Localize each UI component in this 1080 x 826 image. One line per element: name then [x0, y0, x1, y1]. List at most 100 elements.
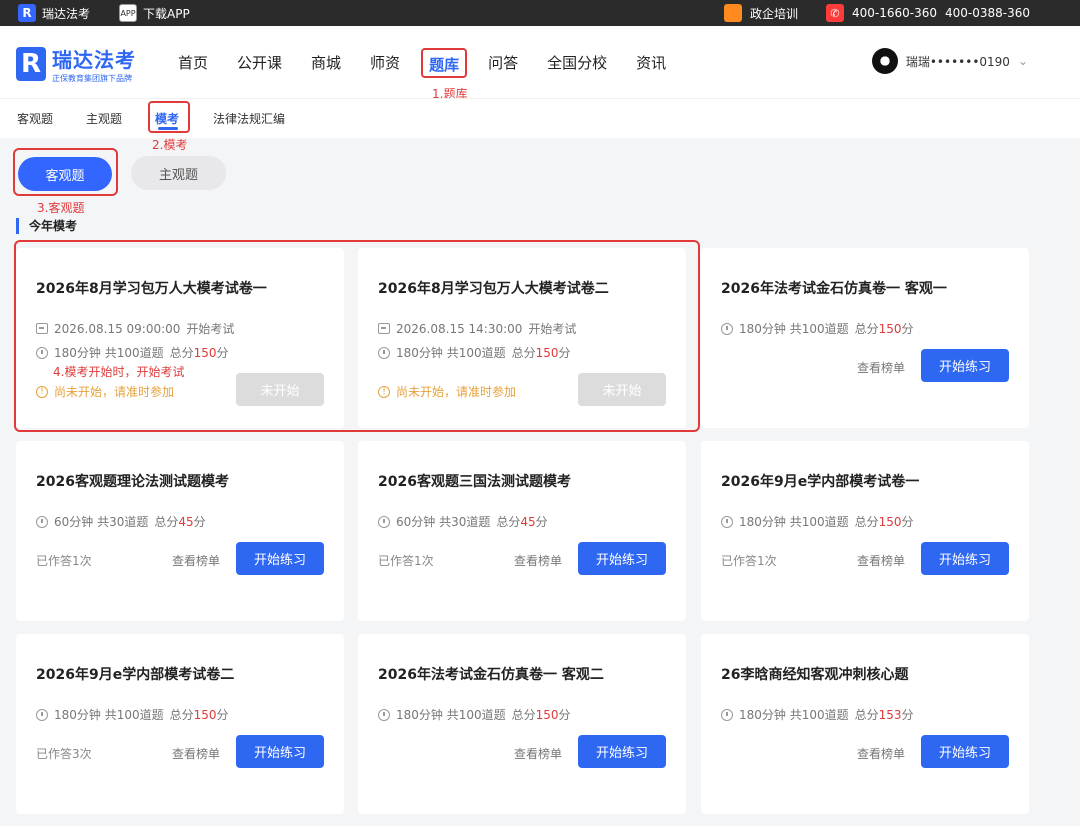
exam-meta: 180分钟 共100道题: [739, 515, 849, 529]
exam-card: 2026年9月e学内部模考试卷一 180分钟 共100道题 总分150分 已作答…: [701, 441, 1029, 621]
clock-icon: [721, 322, 733, 335]
exam-score: 150: [878, 322, 902, 336]
exam-score: 153: [878, 708, 902, 722]
exam-score: 45: [178, 515, 194, 529]
score-prefix: 总分: [154, 515, 179, 529]
attempt-count: 已作答1次: [378, 554, 434, 568]
exam-title: 2026年9月e学内部模考试卷二: [36, 667, 235, 683]
exam-title: 2026年法考试金石仿真卷一 客观二: [378, 667, 604, 683]
view-rank-link[interactable]: 查看榜单: [172, 745, 220, 762]
exam-score: 150: [535, 346, 559, 360]
phone-number-1: 400-1660-360: [851, 6, 937, 20]
start-practice-button[interactable]: 开始练习: [921, 542, 1009, 575]
main-nav: 首页 公开课 商城 师资 题库 问答 全国分校 资讯: [170, 48, 687, 78]
logo-subtitle: 正保教育集团旗下品牌: [52, 74, 132, 83]
start-practice-button[interactable]: 开始练习: [921, 735, 1009, 768]
subtab-objective[interactable]: 客观题: [17, 99, 53, 139]
subtab-laws[interactable]: 法律法规汇编: [213, 99, 285, 139]
not-started-notice: 尚未开始，请准时参加: [396, 385, 517, 399]
logo-r-icon: R: [16, 47, 46, 81]
nav-mall[interactable]: 商城: [303, 48, 349, 78]
active-tab-underline: [158, 127, 178, 130]
user-name: 瑞瑞•••••••0190: [905, 54, 1010, 69]
chevron-down-icon: ⌄: [1017, 54, 1028, 68]
score-suffix: 分: [901, 322, 914, 336]
site-logo[interactable]: R 瑞达法考 正保教育集团旗下品牌: [16, 44, 136, 84]
nav-home[interactable]: 首页: [170, 48, 216, 78]
view-rank-link[interactable]: 查看榜单: [514, 745, 562, 762]
score-suffix: 分: [216, 708, 229, 722]
exam-title: 2026客观题理论法测试题模考: [36, 474, 229, 490]
start-practice-button[interactable]: 开始练习: [236, 542, 324, 575]
exam-date: 2026.08.15 09:00:00: [54, 321, 181, 336]
exam-meta: 180分钟 共100道题: [54, 708, 164, 722]
nav-qa[interactable]: 问答: [480, 48, 526, 78]
download-app-label: 下载APP: [143, 6, 190, 21]
exam-title: 26李晗商经知客观冲刺核心题: [721, 667, 909, 683]
nav-open-class[interactable]: 公开课: [229, 48, 290, 78]
phone-icon: ✆: [825, 4, 844, 22]
clock-icon: [36, 515, 48, 528]
exam-title: 2026年法考试金石仿真卷一 客观一: [721, 281, 947, 297]
not-started-button[interactable]: 未开始: [236, 373, 324, 406]
clock-icon: [378, 515, 390, 528]
user-menu[interactable]: 瑞瑞•••••••0190 ⌄: [871, 48, 1028, 74]
sub-tabs: 客观题 主观题 模考 法律法规汇编: [0, 98, 1080, 138]
score-suffix: 分: [216, 346, 229, 360]
calendar-icon: [378, 323, 390, 334]
view-rank-link[interactable]: 查看榜单: [514, 552, 562, 569]
exam-card: 26李晗商经知客观冲刺核心题 180分钟 共100道题 总分153分 查看榜单 …: [701, 634, 1029, 814]
nav-teachers[interactable]: 师资: [362, 48, 408, 78]
score-prefix: 总分: [169, 708, 194, 722]
annotation-2: 2.模考: [152, 138, 188, 152]
filter-subjective-button[interactable]: 主观题: [131, 156, 226, 190]
start-practice-button[interactable]: 开始练习: [921, 349, 1009, 382]
filter-objective-button[interactable]: 客观题: [18, 157, 112, 191]
score-suffix: 分: [901, 708, 914, 722]
nav-question-bank[interactable]: 题库: [421, 48, 468, 78]
exam-card: 2026年8月学习包万人大模考试卷二 2026.08.15 14:30:00 开…: [358, 248, 686, 428]
not-started-button[interactable]: 未开始: [578, 373, 666, 406]
view-rank-link[interactable]: 查看榜单: [857, 552, 905, 569]
exam-card: 2026年8月学习包万人大模考试卷一 2026.08.15 09:00:00 开…: [16, 248, 344, 428]
exam-meta: 180分钟 共100道题: [739, 708, 849, 722]
exam-score: 150: [193, 346, 217, 360]
start-practice-button[interactable]: 开始练习: [578, 542, 666, 575]
view-rank-link[interactable]: 查看榜单: [172, 552, 220, 569]
start-practice-button[interactable]: 开始练习: [578, 735, 666, 768]
attempt-count: 已作答1次: [721, 554, 777, 568]
top-bar: R 瑞达法考 APP 下载APP 政企培训 ✆ 400-1660-360 400…: [0, 0, 1080, 26]
start-practice-button[interactable]: 开始练习: [236, 735, 324, 768]
score-prefix: 总分: [854, 322, 879, 336]
exam-start-label: 开始考试: [186, 322, 235, 336]
nav-branches[interactable]: 全国分校: [539, 48, 615, 78]
download-app-link[interactable]: APP 下载APP: [119, 0, 190, 26]
exam-card: 2026年法考试金石仿真卷一 客观一 180分钟 共100道题 总分150分 查…: [701, 248, 1029, 428]
exam-score: 45: [520, 515, 536, 529]
brand-name: 瑞达法考: [42, 6, 91, 21]
exam-meta: 180分钟 共100道题: [396, 346, 506, 360]
warning-icon: !: [378, 385, 390, 398]
corp-training-link[interactable]: 政企培训: [750, 5, 798, 22]
subtab-subjective[interactable]: 主观题: [86, 99, 122, 139]
view-rank-link[interactable]: 查看榜单: [857, 745, 905, 762]
view-rank-link[interactable]: 查看榜单: [857, 359, 905, 376]
nav-news[interactable]: 资讯: [628, 48, 674, 78]
exam-title: 2026年8月学习包万人大模考试卷一: [36, 281, 267, 297]
exam-title: 2026年9月e学内部模考试卷一: [721, 474, 920, 490]
brand-logo-icon: R: [18, 4, 36, 22]
clock-icon: [721, 708, 733, 721]
annotation-3: 3.客观题: [37, 201, 85, 215]
score-prefix: 总分: [511, 708, 536, 722]
clock-icon: [378, 708, 390, 721]
attempt-count: 已作答3次: [36, 747, 92, 761]
score-suffix: 分: [558, 346, 571, 360]
exam-date: 2026.08.15 14:30:00: [396, 321, 523, 336]
exam-meta: 60分钟 共30道题: [396, 515, 491, 529]
exam-meta: 180分钟 共100道题: [54, 346, 164, 360]
exam-start-label: 开始考试: [528, 322, 577, 336]
clock-icon: [378, 346, 390, 359]
brand-link[interactable]: R 瑞达法考: [18, 0, 90, 26]
exam-score: 150: [535, 708, 559, 722]
score-suffix: 分: [535, 515, 548, 529]
